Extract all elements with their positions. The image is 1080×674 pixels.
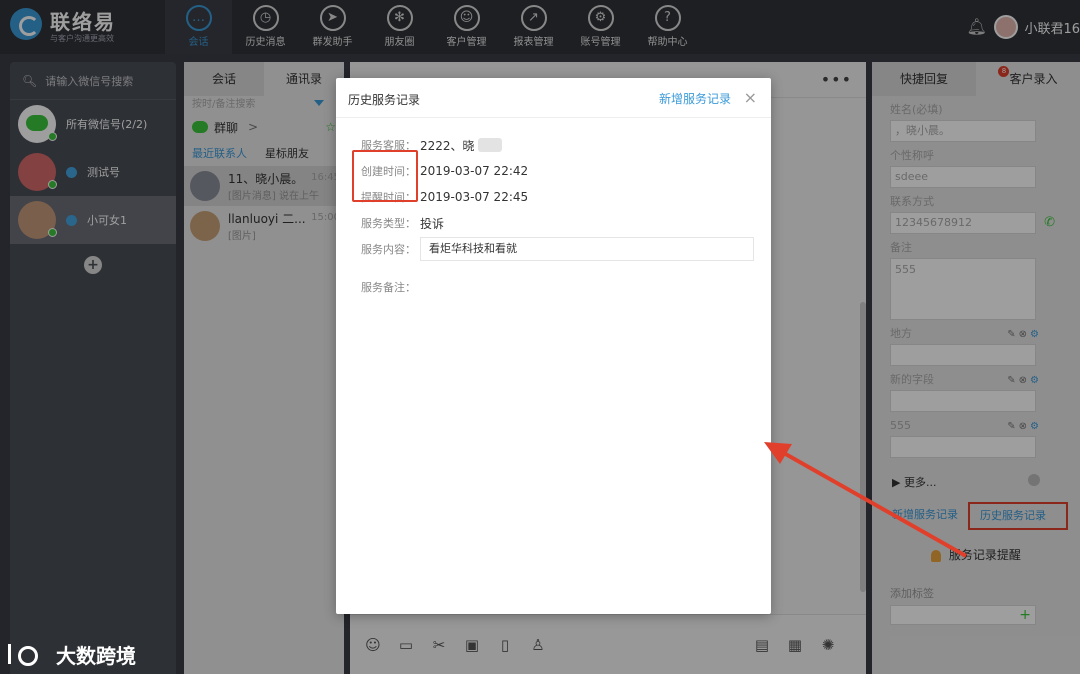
watermark: 大数跨境 <box>8 640 136 669</box>
watermark-logo-icon <box>8 642 52 668</box>
record-row-content: 服务内容： 看炬华科技和看就 <box>361 236 761 262</box>
record-value: 2019-03-07 22:45 <box>420 190 529 204</box>
record-row-agent: 服务客服： 2222、晓 <box>361 132 761 158</box>
record-value: 投诉 <box>420 216 445 231</box>
record-row-created: 创建时间： 2019-03-07 22:42 <box>361 158 761 184</box>
blurred-name <box>477 138 502 152</box>
record-row-type: 服务类型： 投诉 <box>361 210 761 236</box>
dialog-header: 历史服务记录 新增服务记录 × <box>336 78 771 118</box>
record-value: 2019-03-07 22:42 <box>420 164 529 178</box>
record-row-note: 服务备注： <box>361 274 761 300</box>
record-key: 服务类型： <box>361 217 416 230</box>
watermark-text: 大数跨境 <box>56 644 136 668</box>
record-key: 服务备注： <box>361 281 416 294</box>
record-value: 2222、晓 <box>420 138 475 153</box>
record-row-reminder: 提醒时间： 2019-03-07 22:45 <box>361 184 761 210</box>
record-details: 服务客服： 2222、晓 创建时间： 2019-03-07 22:42 提醒时间… <box>361 132 761 300</box>
dialog-title: 历史服务记录 <box>348 93 421 107</box>
record-key: 服务内容： <box>361 243 416 256</box>
close-icon[interactable]: × <box>744 88 757 107</box>
new-service-record-button[interactable]: 新增服务记录 <box>659 90 731 107</box>
record-content-box: 看炬华科技和看就 <box>420 237 754 261</box>
time-fields-highlight <box>352 150 418 202</box>
